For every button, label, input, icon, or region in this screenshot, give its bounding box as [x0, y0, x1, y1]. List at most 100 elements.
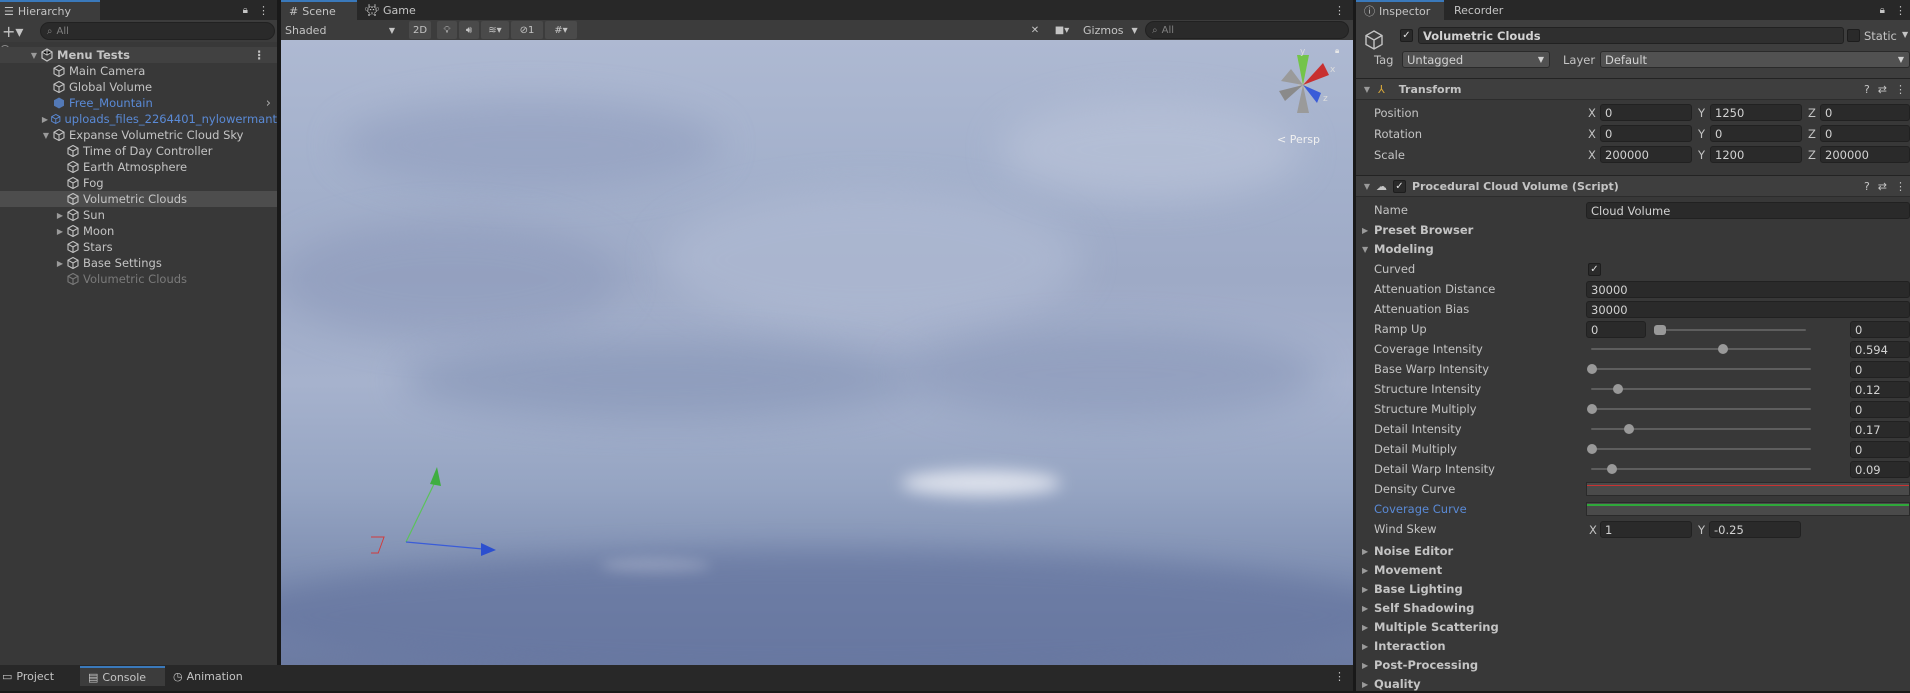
- script-header[interactable]: ▼ ☁ ✓ Procedural Cloud Volume (Script) ?…: [1356, 175, 1910, 197]
- slider-track[interactable]: [1591, 468, 1811, 470]
- cloud-name-field[interactable]: Cloud Volume: [1586, 202, 1910, 219]
- static-checkbox[interactable]: [1847, 29, 1860, 42]
- transform-position-z-field[interactable]: 0: [1820, 104, 1910, 121]
- hierarchy-item[interactable]: Volumetric Clouds: [0, 271, 277, 287]
- gizmos-dropdown[interactable]: Gizmos ▼: [1079, 24, 1145, 37]
- help-icon[interactable]: ?: [1864, 180, 1870, 193]
- object-name-field[interactable]: Volumetric Clouds: [1418, 27, 1844, 44]
- tab-animation[interactable]: ◷ Animation: [165, 666, 251, 686]
- shading-mode-dropdown[interactable]: Shaded ▼: [281, 24, 401, 37]
- curved-checkbox[interactable]: ✓: [1588, 263, 1601, 276]
- foldout-section[interactable]: ▶ Quality: [1362, 675, 1421, 693]
- add-icon[interactable]: +▾: [2, 22, 24, 41]
- attenuation-distance-field[interactable]: 30000: [1586, 281, 1910, 298]
- hierarchy-item[interactable]: Fog: [0, 175, 277, 191]
- wind-skew-x-field[interactable]: 1: [1600, 521, 1692, 538]
- attenuation-bias-field[interactable]: 30000: [1586, 301, 1910, 318]
- expand-arrow-icon[interactable]: ▶: [54, 227, 66, 236]
- transform-position-x-field[interactable]: 0: [1600, 104, 1692, 121]
- lock-icon[interactable]: 🔒︎: [243, 5, 248, 16]
- preset-browser-foldout[interactable]: ▶ Preset Browser: [1362, 221, 1473, 239]
- transform-scale-y-field[interactable]: 1200: [1710, 146, 1802, 163]
- foldout-section[interactable]: ▶ Noise Editor: [1362, 542, 1453, 560]
- transform-rotation-y-field[interactable]: 0: [1710, 125, 1802, 142]
- grid-toggle-icon[interactable]: #▾: [545, 21, 577, 39]
- modeling-foldout[interactable]: ▼ Modeling: [1362, 240, 1434, 258]
- transform-rotation-x-field[interactable]: 0: [1600, 125, 1692, 142]
- ramp-up-range-track[interactable]: [1658, 329, 1806, 331]
- hidden-objects-button[interactable]: ⊘ 1: [511, 21, 543, 39]
- slider-track[interactable]: [1591, 388, 1811, 390]
- help-icon[interactable]: ?: [1864, 83, 1870, 96]
- density-curve-field[interactable]: [1586, 482, 1910, 496]
- tools-icon[interactable]: ✕: [1025, 21, 1045, 39]
- slider-track[interactable]: [1591, 448, 1811, 450]
- coverage-curve-field[interactable]: [1586, 502, 1910, 516]
- transform-rotation-z-field[interactable]: 0: [1820, 125, 1910, 142]
- scene-more-icon[interactable]: ⋮: [1334, 4, 1345, 17]
- scene-search-input[interactable]: ⌕ All: [1145, 21, 1349, 39]
- expand-arrow-icon[interactable]: ▶: [54, 259, 66, 268]
- transform-position-y-field[interactable]: 1250: [1710, 104, 1802, 121]
- slider-value-field[interactable]: 0: [1850, 441, 1910, 458]
- perspective-label[interactable]: < Persp: [1277, 133, 1320, 146]
- script-enabled-checkbox[interactable]: ✓: [1393, 179, 1406, 193]
- slider-handle[interactable]: [1718, 344, 1728, 354]
- preset-icon[interactable]: ⇄: [1878, 83, 1887, 96]
- transform-gizmo[interactable]: [371, 452, 511, 572]
- tab-project[interactable]: ▭ Project: [0, 666, 80, 686]
- tab-inspector[interactable]: ⓘ Inspector: [1356, 0, 1444, 20]
- camera-dropdown-icon[interactable]: ■▾: [1047, 21, 1077, 39]
- ramp-up-min-field[interactable]: 0: [1586, 321, 1646, 338]
- transform-header[interactable]: ▼ ⅄ Transform ? ⇄ ⋮: [1356, 78, 1910, 100]
- hierarchy-item[interactable]: Free_Mountain ›: [0, 95, 277, 111]
- chevron-right-icon[interactable]: ›: [266, 96, 271, 111]
- bottom-more-icon[interactable]: ⋮: [1334, 670, 1345, 683]
- foldout-section[interactable]: ▶ Multiple Scattering: [1362, 618, 1499, 636]
- hierarchy-item[interactable]: Stars: [0, 239, 277, 255]
- more-menu-icon[interactable]: ⋮: [258, 4, 269, 17]
- slider-handle[interactable]: [1587, 364, 1597, 374]
- slider-track[interactable]: [1591, 348, 1811, 350]
- scene-menu-icon[interactable]: ⋮: [254, 48, 266, 62]
- inspector-lock-icon[interactable]: 🔒︎: [1880, 5, 1885, 16]
- foldout-section[interactable]: ▶ Self Shadowing: [1362, 599, 1474, 617]
- preset-icon[interactable]: ⇄: [1878, 180, 1887, 193]
- transform-scale-x-field[interactable]: 200000: [1600, 146, 1692, 163]
- hierarchy-item[interactable]: ▼ Expanse Volumetric Cloud Sky: [0, 127, 277, 143]
- hierarchy-item[interactable]: ▶ Base Settings: [0, 255, 277, 271]
- tab-hierarchy[interactable]: ☰ Hierarchy: [0, 0, 100, 20]
- hierarchy-item[interactable]: Main Camera: [0, 63, 277, 79]
- slider-handle[interactable]: [1607, 464, 1617, 474]
- slider-value-field[interactable]: 0: [1850, 361, 1910, 378]
- hierarchy-item[interactable]: Volumetric Clouds: [0, 191, 277, 207]
- component-menu-icon[interactable]: ⋮: [1895, 83, 1906, 96]
- slider-handle[interactable]: [1587, 404, 1597, 414]
- slider-value-field[interactable]: 0.594: [1850, 341, 1910, 358]
- lighting-toggle-icon[interactable]: 💡︎: [437, 21, 457, 39]
- foldout-section[interactable]: ▶ Interaction: [1362, 637, 1446, 655]
- ramp-up-max-field[interactable]: 0: [1850, 321, 1910, 338]
- scene-root-row[interactable]: ▼ Menu Tests ⋮: [0, 47, 277, 63]
- static-dropdown-icon[interactable]: ▼: [1902, 30, 1908, 39]
- slider-handle[interactable]: [1587, 444, 1597, 454]
- slider-handle[interactable]: [1613, 384, 1623, 394]
- transform-scale-z-field[interactable]: 200000: [1820, 146, 1910, 163]
- tab-recorder[interactable]: Recorder: [1444, 0, 1511, 20]
- foldout-section[interactable]: ▶ Movement: [1362, 561, 1442, 579]
- hierarchy-item[interactable]: Time of Day Controller: [0, 143, 277, 159]
- effects-toggle-icon[interactable]: ≋▾: [481, 21, 509, 39]
- tag-dropdown[interactable]: Untagged ▼: [1402, 51, 1550, 68]
- orientation-gizmo[interactable]: y x z: [1271, 45, 1351, 125]
- component-menu-icon[interactable]: ⋮: [1895, 180, 1906, 193]
- lock-view-icon[interactable]: 🔒︎: [1335, 46, 1339, 56]
- tab-game[interactable]: 👾︎ Game: [357, 0, 424, 20]
- slider-track[interactable]: [1591, 368, 1811, 370]
- hierarchy-item[interactable]: Earth Atmosphere: [0, 159, 277, 175]
- active-checkbox[interactable]: ✓: [1400, 29, 1413, 42]
- expand-arrow-icon[interactable]: ▶: [40, 115, 50, 124]
- slider-handle[interactable]: [1624, 424, 1634, 434]
- foldout-section[interactable]: ▶ Post-Processing: [1362, 656, 1478, 674]
- audio-toggle-icon[interactable]: 🔊︎: [459, 21, 479, 39]
- slider-track[interactable]: [1591, 408, 1811, 410]
